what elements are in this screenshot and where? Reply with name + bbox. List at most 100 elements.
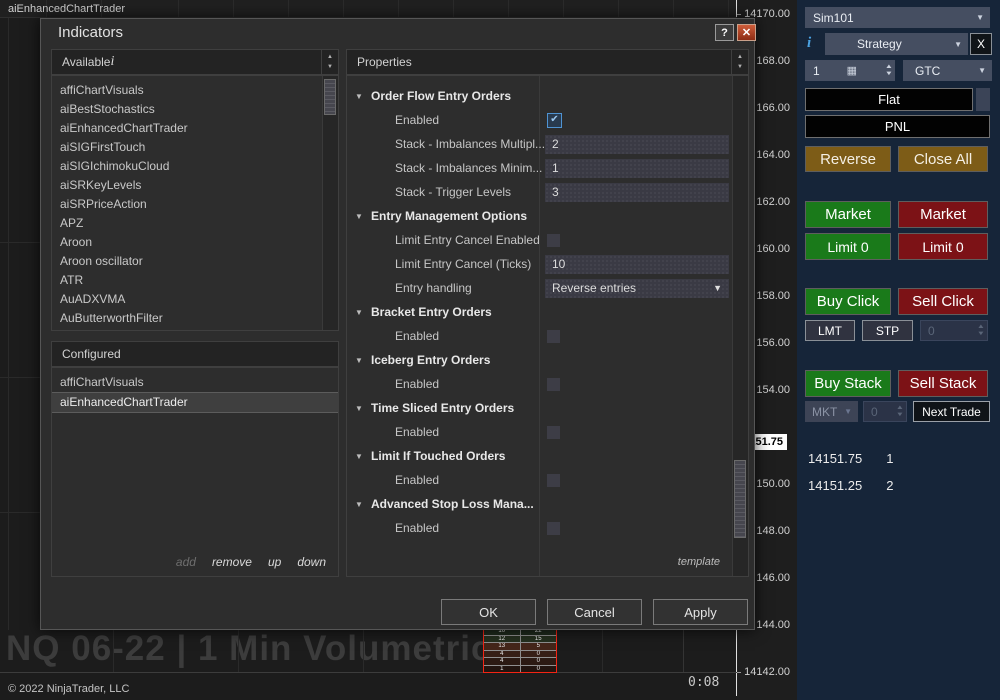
quantity-stepper[interactable]: ▲ ▼ <box>886 64 895 77</box>
apply-button[interactable]: Apply <box>653 599 748 625</box>
checkbox[interactable] <box>547 378 560 391</box>
strategy-info-icon[interactable]: i <box>807 35 811 52</box>
sell-click-button[interactable]: Sell Click <box>898 288 988 315</box>
down-link[interactable]: down <box>297 555 326 569</box>
list-item[interactable]: AuADXVMA <box>52 290 338 309</box>
lmt-button[interactable]: LMT <box>805 320 855 341</box>
list-item[interactable]: aiEnhancedChartTrader <box>52 392 338 413</box>
property-row: Enabled✔ <box>347 108 732 132</box>
property-row: Stack - Trigger Levels3 <box>347 180 732 204</box>
account-select-value: Sim101 <box>813 11 854 25</box>
expand-triangle-icon[interactable]: ▼ <box>355 308 371 317</box>
price-axis-label: 144.00 <box>756 619 790 631</box>
scrollbar-thumb[interactable] <box>324 79 336 115</box>
property-input[interactable]: 2 <box>545 135 729 154</box>
chart-gridline-vertical <box>238 630 239 672</box>
property-input[interactable]: 3 <box>545 183 729 202</box>
property-group-row[interactable]: ▼Bracket Entry Orders <box>347 300 732 324</box>
expand-triangle-icon[interactable]: ▼ <box>355 92 371 101</box>
list-item[interactable]: aiSRKeyLevels <box>52 176 338 195</box>
available-scrollbar[interactable] <box>322 76 338 330</box>
close-all-button[interactable]: Close All <box>898 146 988 172</box>
quantity-input[interactable]: 1 ▦ ▲ ▼ <box>805 60 895 81</box>
list-item[interactable]: AuButterworthFilter <box>52 309 338 328</box>
property-group-row[interactable]: ▼Iceberg Entry Orders <box>347 348 732 372</box>
buy-stack-button[interactable]: Buy Stack <box>805 370 891 397</box>
expand-triangle-icon[interactable]: ▼ <box>355 356 371 365</box>
expand-triangle-icon[interactable]: ▼ <box>355 452 371 461</box>
remove-link[interactable]: remove <box>212 555 252 569</box>
expand-triangle-icon[interactable]: ▼ <box>355 500 371 509</box>
property-label: Stack - Imbalances Minim... <box>395 161 542 175</box>
calculator-icon[interactable]: ▦ <box>847 64 859 77</box>
property-group-row[interactable]: ▼Order Flow Entry Orders <box>347 84 732 108</box>
property-select[interactable]: Reverse entries▼ <box>545 279 729 298</box>
ok-button[interactable]: OK <box>441 599 536 625</box>
template-link[interactable]: template <box>678 556 720 568</box>
close-strategy-button[interactable]: X <box>970 33 992 55</box>
price-axis-label: 14142.00 <box>744 666 790 678</box>
list-item[interactable]: aiSRPriceAction <box>52 195 338 214</box>
help-button[interactable]: ? <box>715 24 734 41</box>
property-row: Limit Entry Cancel (Ticks)10 <box>347 252 732 276</box>
property-input[interactable]: 1 <box>545 159 729 178</box>
offset-value: 0 <box>928 324 935 338</box>
properties-scroll-arrows[interactable]: ▲ ▼ <box>731 50 748 74</box>
bar-timer: 0:08 <box>688 675 719 690</box>
property-group-row[interactable]: ▼Advanced Stop Loss Mana... <box>347 492 732 516</box>
chart-gridline-vertical <box>683 630 684 672</box>
next-trade-button[interactable]: Next Trade <box>913 401 990 422</box>
expand-triangle-icon[interactable]: ▼ <box>355 404 371 413</box>
properties-scrollbar[interactable] <box>732 76 748 576</box>
stack-qty-value: 0 <box>871 405 878 419</box>
checkbox[interactable] <box>547 234 560 247</box>
sell-stack-button[interactable]: Sell Stack <box>898 370 988 397</box>
offset-stepper: ▲ ▼ <box>978 324 987 337</box>
tif-select[interactable]: GTC ▼ <box>903 60 992 81</box>
cancel-button[interactable]: Cancel <box>547 599 642 625</box>
list-item[interactable]: aiSIGFirstTouch <box>52 138 338 157</box>
buy-market-button[interactable]: Market <box>805 201 891 228</box>
up-link[interactable]: up <box>268 555 281 569</box>
close-icon[interactable]: ✕ <box>737 24 756 41</box>
list-item[interactable]: ATR <box>52 271 338 290</box>
list-item[interactable]: aiBestStochastics <box>52 100 338 119</box>
property-input[interactable]: 10 <box>545 255 729 274</box>
scrollbar-thumb[interactable] <box>734 460 746 538</box>
property-group-row[interactable]: ▼Entry Management Options <box>347 204 732 228</box>
strategy-select[interactable]: Strategy ▼ <box>825 33 968 55</box>
list-item[interactable]: affiChartVisuals <box>52 81 338 100</box>
list-item[interactable]: Aroon oscillator <box>52 252 338 271</box>
list-item[interactable]: Aroon <box>52 233 338 252</box>
sell-limit-button[interactable]: Limit 0 <box>898 233 988 260</box>
checkbox[interactable] <box>547 474 560 487</box>
flat-side-button[interactable] <box>976 88 990 111</box>
chevron-down-icon: ▼ <box>713 279 722 298</box>
reverse-button[interactable]: Reverse <box>805 146 891 172</box>
property-group-row[interactable]: ▼Limit If Touched Orders <box>347 444 732 468</box>
list-item[interactable]: aiEnhancedChartTrader <box>52 119 338 138</box>
account-select[interactable]: Sim101 ▼ <box>805 7 990 28</box>
property-group-row[interactable]: ▼Time Sliced Entry Orders <box>347 396 732 420</box>
list-item[interactable]: affiChartVisuals <box>52 373 338 392</box>
buy-click-button[interactable]: Buy Click <box>805 288 891 315</box>
checkbox[interactable] <box>547 330 560 343</box>
available-scroll-arrows[interactable]: ▲ ▼ <box>321 50 338 74</box>
sell-market-button[interactable]: Market <box>898 201 988 228</box>
expand-triangle-icon[interactable]: ▼ <box>355 212 371 221</box>
properties-header: Properties ▲ ▼ <box>346 49 749 75</box>
stack-level-row: 14151.751 <box>808 451 893 466</box>
list-item[interactable]: APZ <box>52 214 338 233</box>
buy-limit-button[interactable]: Limit 0 <box>805 233 891 260</box>
list-item[interactable]: aiSIGIchimokuCloud <box>52 157 338 176</box>
info-icon[interactable]: i <box>110 54 114 70</box>
footprint-ask-volume: 5 <box>521 643 557 650</box>
checkbox[interactable] <box>547 426 560 439</box>
stp-button[interactable]: STP <box>862 320 913 341</box>
position-flat-button[interactable]: Flat <box>805 88 973 111</box>
stack-level-price: 14151.75 <box>808 451 862 466</box>
checkbox[interactable] <box>547 522 560 535</box>
checkbox[interactable]: ✔ <box>547 113 562 128</box>
chart-watermark: NQ 06-22 | 1 Min Volumetric <box>6 629 491 669</box>
pnl-button[interactable]: PNL <box>805 115 990 138</box>
